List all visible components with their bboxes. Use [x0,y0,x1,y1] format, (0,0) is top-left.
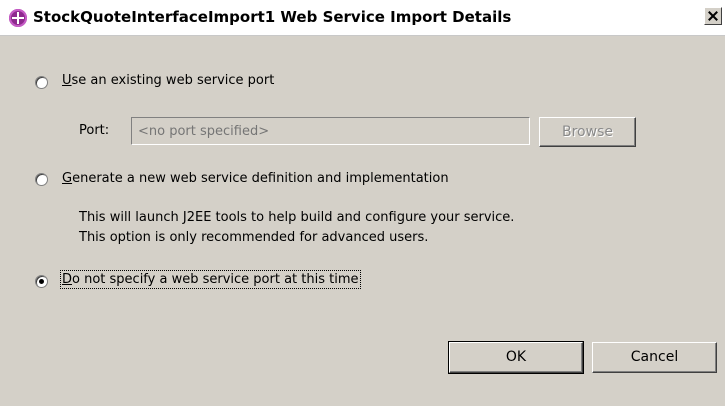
label-text: enerate a new web service definition and… [72,171,449,186]
radio-use-existing-port[interactable] [35,76,48,89]
dialog-title: StockQuoteInterfaceImport1 Web Service I… [33,8,512,26]
radio-generate-new[interactable] [35,173,48,186]
generate-description: This will launch J2EE tools to help buil… [79,208,514,248]
port-field[interactable] [131,117,530,145]
app-icon [9,9,27,27]
mnemonic-g: G [62,171,73,186]
radio-do-not-specify-label[interactable]: Do not specify a web service port at thi… [60,270,361,289]
label-text: se an existing web service port [71,73,275,88]
mnemonic-d: D [62,272,73,287]
description-line-2: This option is only recommended for adva… [79,230,429,245]
mnemonic-b: B [562,124,572,140]
focus-label: Do not specify a web service port at thi… [60,270,361,289]
label-text: o not specify a web service port at this… [72,272,359,287]
description-line-1: This will launch J2EE tools to help buil… [79,210,515,225]
browse-label: rowse [571,124,613,140]
radio-generate-new-label[interactable]: Generate a new web service definition an… [62,171,449,186]
radio-do-not-specify[interactable] [35,275,48,288]
radio-use-existing-port-label[interactable]: Use an existing web service port [62,73,274,88]
close-icon[interactable] [704,7,722,25]
cancel-button[interactable]: Cancel [592,342,717,373]
browse-button[interactable]: Browse [539,117,636,147]
title-bar: StockQuoteInterfaceImport1 Web Service I… [0,0,725,36]
ok-button[interactable]: OK [448,341,584,374]
port-label: Port: [79,123,110,138]
mnemonic-u: U [62,73,72,88]
